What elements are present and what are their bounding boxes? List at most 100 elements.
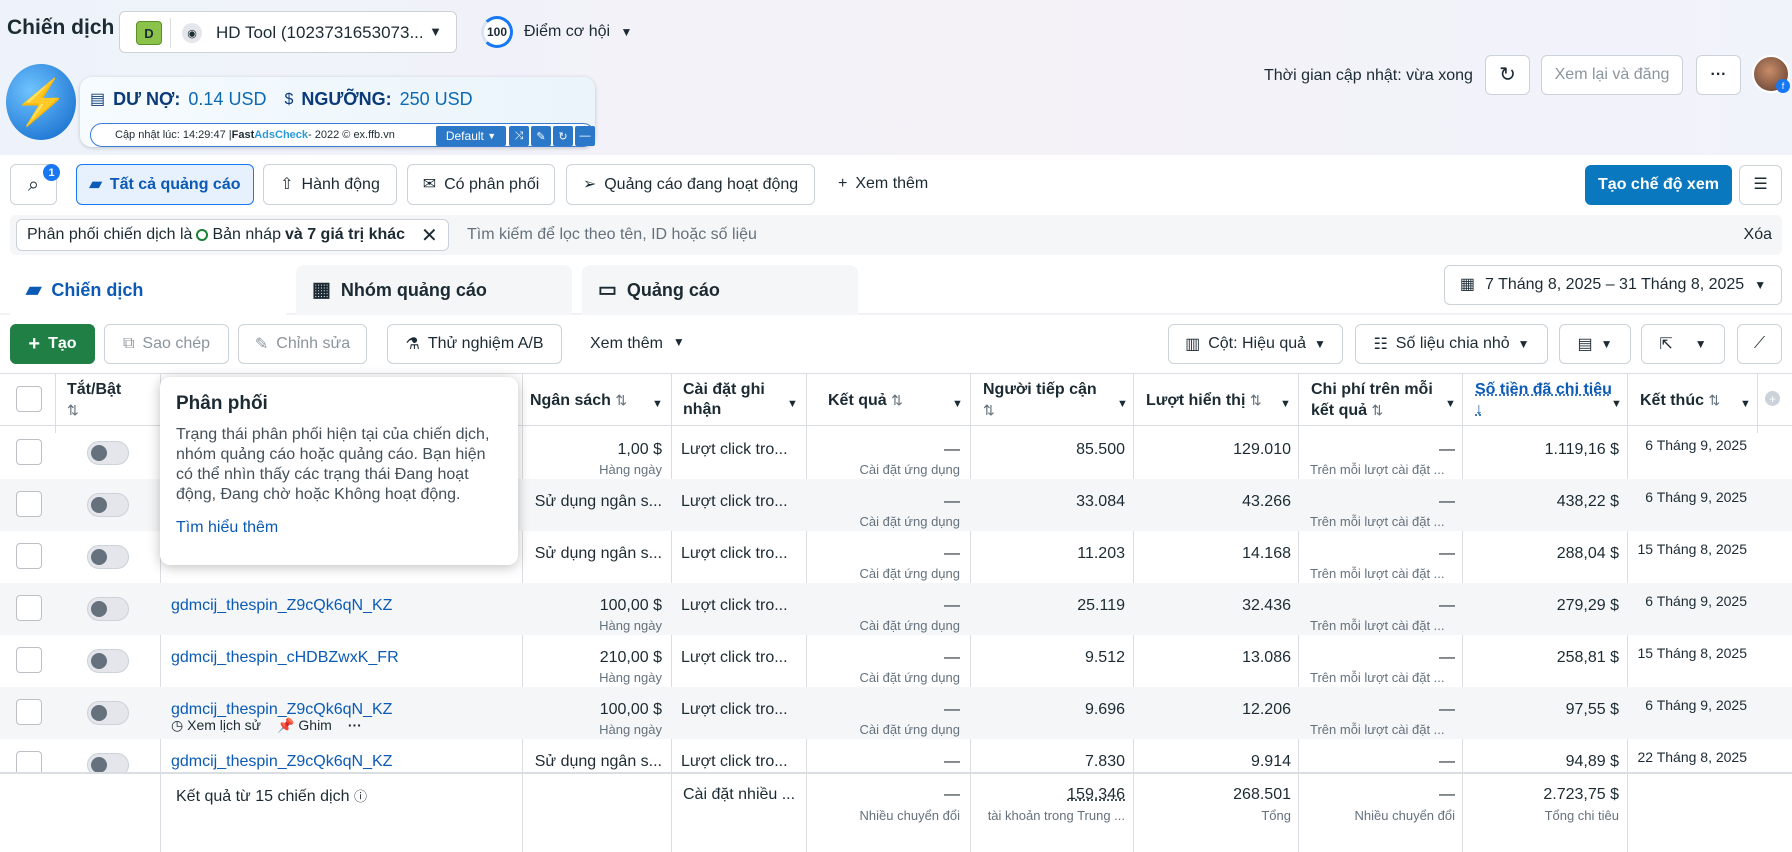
- cost-per-result-type: Trên mỗi lượt cài đặt ...: [1310, 462, 1445, 477]
- more-options-button[interactable]: ···: [1696, 55, 1741, 95]
- lightning-logo-icon: ⚡: [6, 64, 76, 140]
- filter-chip-delivery[interactable]: Phân phối chiến dịch là Bản nháp và 7 gi…: [16, 219, 449, 251]
- amount-spent-value: 258,81 $: [1556, 649, 1619, 666]
- copy-button[interactable]: ⧉ Sao chép: [104, 324, 229, 364]
- edit-button[interactable]: ✎ Chỉnh sửa: [238, 324, 367, 364]
- preset-select[interactable]: Default ▼: [436, 126, 506, 146]
- results-type: Cài đặt ứng dụng: [859, 618, 961, 633]
- info-icon: ⓘ: [353, 789, 367, 804]
- campaign-toggle[interactable]: [87, 545, 129, 569]
- popover-title: Phân phối: [176, 393, 268, 414]
- amount-spent-value: 438,22 $: [1556, 493, 1619, 510]
- refresh-icon[interactable]: ↻: [553, 126, 573, 146]
- refresh-button[interactable]: ↻: [1485, 55, 1530, 95]
- results-value: —: [944, 701, 960, 718]
- page-title: Chiến dịch: [7, 16, 115, 39]
- divider: [170, 18, 171, 48]
- edit-icon[interactable]: ✎: [531, 126, 551, 146]
- history-link[interactable]: ◷ Xem lịch sử: [171, 717, 261, 734]
- campaign-toggle[interactable]: [87, 441, 129, 465]
- campaign-name-link[interactable]: gdmcij_thespin_Z9cQk6qN_KZ: [171, 597, 392, 615]
- results-type: Cài đặt ứng dụng: [859, 670, 961, 685]
- chart-button[interactable]: ⟋: [1737, 324, 1782, 364]
- breakdown-button[interactable]: ☷ Số liệu chia nhỏ ▼: [1355, 324, 1548, 364]
- column-header-attribution[interactable]: Cài đặt ghi nhận ▼: [683, 380, 803, 420]
- customize-button[interactable]: ☰: [1739, 165, 1782, 205]
- review-publish-button[interactable]: Xem lại và đăng: [1541, 55, 1683, 95]
- debt-value: 0.14 USD: [188, 89, 267, 109]
- column-header-toggle[interactable]: Tắt/Bật ⇅: [67, 380, 121, 421]
- amount-spent-value: 279,29 $: [1556, 597, 1619, 614]
- tab-ads[interactable]: ▭ Quảng cáo: [582, 265, 858, 315]
- date-range-picker[interactable]: ▦ 7 Tháng 8, 2025 – 31 Tháng 8, 2025 ▼: [1444, 265, 1782, 305]
- select-all-checkbox[interactable]: [16, 386, 42, 412]
- create-button[interactable]: + Tạo: [10, 324, 95, 364]
- campaign-toggle[interactable]: [87, 493, 129, 517]
- tab-active-ads[interactable]: ➢ Quảng cáo đang hoạt động: [566, 164, 815, 205]
- campaign-toggle[interactable]: [87, 649, 129, 673]
- more-actions-button[interactable]: Xem thêm ▼: [590, 335, 685, 353]
- chevron-down-icon: ▼: [1517, 337, 1530, 351]
- campaign-name-link[interactable]: gdmcij_thespin_Z9cQk6qN_KZ: [171, 753, 392, 771]
- divider: [1757, 373, 1758, 433]
- minimize-icon[interactable]: —: [575, 126, 595, 146]
- chevron-down-icon: ▼: [1314, 337, 1326, 351]
- column-header-impressions[interactable]: Lượt hiển thị ⇅ ▼: [1146, 390, 1292, 411]
- filter-search-input[interactable]: Tìm kiếm để lọc theo tên, ID hoặc số liệ…: [467, 226, 757, 244]
- reach-value: 7.830: [1084, 753, 1125, 770]
- see-more-views[interactable]: + Xem thêm: [838, 175, 928, 193]
- column-header-results[interactable]: Kết quả ⇅ ▼: [828, 390, 964, 411]
- learn-more-link[interactable]: Tìm hiểu thêm: [176, 519, 502, 537]
- impressions-value: 14.168: [1242, 545, 1291, 562]
- campaign-toggle[interactable]: [87, 597, 129, 621]
- cost-per-result-value: —: [1439, 545, 1455, 562]
- ab-test-button[interactable]: ⚗ Thử nghiệm A/B: [387, 324, 562, 364]
- upload-circle-icon: ⇧: [280, 175, 294, 193]
- column-header-reach[interactable]: Người tiếp cận ⇅ ▼: [983, 380, 1129, 421]
- campaign-folder-icon: ▰: [26, 279, 42, 301]
- sort-icon: ⇅: [615, 392, 628, 408]
- opportunity-score-gauge[interactable]: 100: [481, 16, 513, 48]
- amount-spent-value: 1.119,16 $: [1544, 441, 1619, 458]
- shuffle-icon[interactable]: ⤨: [509, 126, 529, 146]
- column-header-budget[interactable]: Ngân sách ⇅ ▼: [530, 390, 666, 411]
- opportunity-score-label[interactable]: Điểm cơ hội ▼: [524, 23, 632, 41]
- row-checkbox[interactable]: [16, 699, 42, 725]
- tab-has-delivery[interactable]: ✉ Có phân phối: [407, 164, 555, 205]
- amount-spent-value: 94,89 $: [1565, 753, 1619, 770]
- clear-filter-button[interactable]: Xóa: [1744, 226, 1772, 244]
- tab-campaigns[interactable]: ▰ Chiến dịch: [10, 265, 286, 315]
- chevron-down-icon: ▼: [952, 398, 963, 410]
- row-checkbox[interactable]: [16, 543, 42, 569]
- more-icon[interactable]: ···: [348, 717, 362, 734]
- cost-per-result-type: Trên mỗi lượt cài đặt ...: [1310, 514, 1445, 529]
- avatar[interactable]: f: [1752, 55, 1790, 93]
- footer-impressions-sub: Tổng: [1261, 808, 1291, 823]
- send-icon: ➢: [582, 175, 597, 193]
- campaign-toggle[interactable]: [87, 701, 129, 725]
- account-selector[interactable]: D ◉ HD Tool (1023731653073... ▼: [119, 11, 457, 53]
- tab-ad-sets[interactable]: ▦ Nhóm quảng cáo: [296, 265, 572, 315]
- pin-link[interactable]: 📌 Ghim: [277, 717, 332, 734]
- column-header-ends[interactable]: Kết thúc ⇅ ▼: [1640, 390, 1752, 411]
- campaign-name-link[interactable]: gdmcij_thespin_cHDBZwxK_FR: [171, 649, 399, 667]
- tab-all-ads[interactable]: ▰ Tất cả quảng cáo: [76, 164, 254, 205]
- column-header-amount-spent[interactable]: Số tiền đã chi tiêu ↓ ▼: [1475, 380, 1623, 420]
- add-column-icon[interactable]: +: [1765, 391, 1780, 406]
- reach-value: 85.500: [1076, 441, 1125, 458]
- row-checkbox[interactable]: [16, 647, 42, 673]
- adscheck-extension-panel: ▤ DƯ NỢ: 0.14 USD $ NGƯỠNG: 250 USD Cập …: [80, 77, 595, 147]
- export-button[interactable]: ⇱ ▼: [1641, 324, 1725, 364]
- reports-button[interactable]: ▤ ▼: [1559, 324, 1631, 364]
- breakdown-icon: ☷: [1373, 336, 1388, 353]
- column-header-cost-per-result[interactable]: Chi phí trên mỗi kết quả ⇅ ▼: [1311, 380, 1457, 421]
- row-checkbox[interactable]: [16, 595, 42, 621]
- row-checkbox[interactable]: [16, 439, 42, 465]
- footer-results: —: [944, 786, 960, 803]
- row-checkbox[interactable]: [16, 491, 42, 517]
- columns-button[interactable]: ▥ Cột: Hiệu quả ▼: [1168, 324, 1343, 364]
- tab-actions[interactable]: ⇧ Hành động: [263, 164, 397, 205]
- chevron-down-icon: ▼: [787, 398, 798, 410]
- popover-body: Trạng thái phân phối hiện tại của chiến …: [176, 426, 490, 503]
- create-view-button[interactable]: Tạo chế độ xem: [1585, 165, 1732, 205]
